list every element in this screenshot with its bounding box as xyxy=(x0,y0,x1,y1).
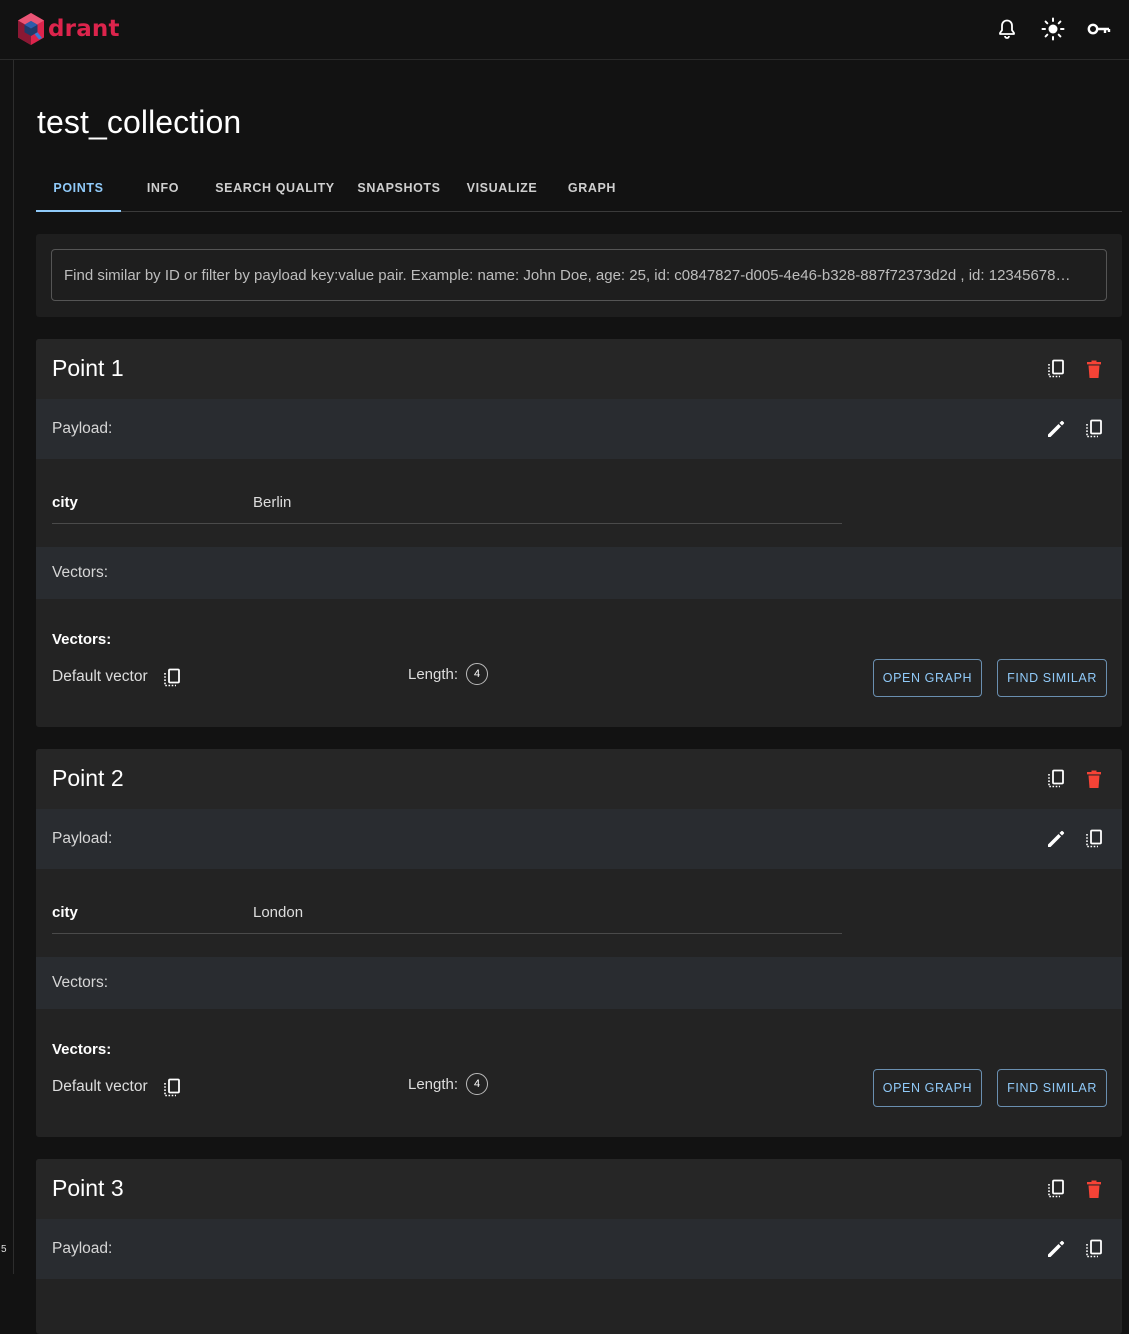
sun-icon[interactable] xyxy=(1041,17,1065,41)
tab-points[interactable]: POINTS xyxy=(36,172,121,212)
key-icon[interactable] xyxy=(1087,17,1111,41)
qdrant-logo[interactable]: drant xyxy=(16,12,120,46)
length-badge: 4 xyxy=(466,663,489,685)
copy-payload-icon[interactable] xyxy=(1082,417,1106,441)
vectors-heading: Vectors: xyxy=(52,1041,112,1058)
tab-visualize[interactable]: VISUALIZE xyxy=(453,172,551,212)
point-title: Point 2 xyxy=(52,765,124,791)
tab-graph[interactable]: GRAPH xyxy=(551,172,633,212)
payload-label: Payload: xyxy=(52,420,113,437)
point-title: Point 1 xyxy=(52,355,124,381)
point-card: Point 1 Payload: city Berlin Vectors: Ve… xyxy=(36,339,1122,727)
logo-wordmark: drant xyxy=(48,16,120,42)
payload-value: Berlin xyxy=(253,494,292,511)
vector-length: Length: 4 xyxy=(408,1073,489,1095)
payload-key: city xyxy=(52,494,78,511)
find-similar-button[interactable]: FIND SIMILAR xyxy=(997,659,1107,697)
side-rail xyxy=(0,60,14,1274)
copy-payload-icon[interactable] xyxy=(1082,827,1106,851)
vectors-label: Vectors: xyxy=(52,564,108,581)
default-vector-label: Default vector xyxy=(52,1078,148,1095)
point-card: Point 3 Payload: xyxy=(36,1159,1122,1334)
qdrant-logo-icon xyxy=(18,13,44,45)
payload-key: city xyxy=(52,904,78,921)
copy-icon[interactable] xyxy=(1044,767,1068,791)
point-card: Point 2 Payload: city London Vectors: Ve… xyxy=(36,749,1122,1137)
copy-icon[interactable] xyxy=(1044,1177,1068,1201)
tab-search-quality[interactable]: SEARCH QUALITY xyxy=(205,172,345,212)
copy-icon[interactable] xyxy=(1044,357,1068,381)
edit-icon[interactable] xyxy=(1044,827,1068,851)
rail-number: 5 xyxy=(1,1244,7,1255)
delete-icon[interactable] xyxy=(1082,767,1106,791)
tab-info[interactable]: INFO xyxy=(121,172,205,212)
length-badge: 4 xyxy=(466,1073,489,1095)
open-graph-button[interactable]: OPEN GRAPH xyxy=(872,1069,983,1107)
copy-vector-icon[interactable] xyxy=(160,1076,184,1100)
default-vector-label: Default vector xyxy=(52,668,148,685)
payload-row: city London xyxy=(52,891,842,934)
open-graph-button[interactable]: OPEN GRAPH xyxy=(872,659,983,697)
payload-label: Payload: xyxy=(52,830,113,847)
copy-payload-icon[interactable] xyxy=(1082,1237,1106,1261)
search-input[interactable]: Find similar by ID or filter by payload … xyxy=(51,249,1107,301)
collection-tabs: POINTS INFO SEARCH QUALITY SNAPSHOTS VIS… xyxy=(36,172,1122,212)
copy-vector-icon[interactable] xyxy=(160,666,184,690)
tab-snapshots[interactable]: SNAPSHOTS xyxy=(345,172,453,212)
point-title: Point 3 xyxy=(52,1175,124,1201)
length-label: Length: xyxy=(408,1075,459,1093)
find-similar-button[interactable]: FIND SIMILAR xyxy=(997,1069,1107,1107)
edit-icon[interactable] xyxy=(1044,417,1068,441)
edit-icon[interactable] xyxy=(1044,1237,1068,1261)
vector-length: Length: 4 xyxy=(408,663,489,685)
page-title: test_collection xyxy=(37,104,242,140)
vectors-heading: Vectors: xyxy=(52,631,112,648)
app-header: drant xyxy=(0,0,1129,60)
payload-label: Payload: xyxy=(52,1240,113,1257)
delete-icon[interactable] xyxy=(1082,357,1106,381)
payload-value: London xyxy=(253,904,304,921)
search-panel: Find similar by ID or filter by payload … xyxy=(36,234,1122,317)
bell-icon[interactable] xyxy=(995,17,1019,41)
delete-icon[interactable] xyxy=(1082,1177,1106,1201)
length-label: Length: xyxy=(408,665,459,683)
vectors-label: Vectors: xyxy=(52,974,108,991)
payload-row: city Berlin xyxy=(52,481,842,524)
